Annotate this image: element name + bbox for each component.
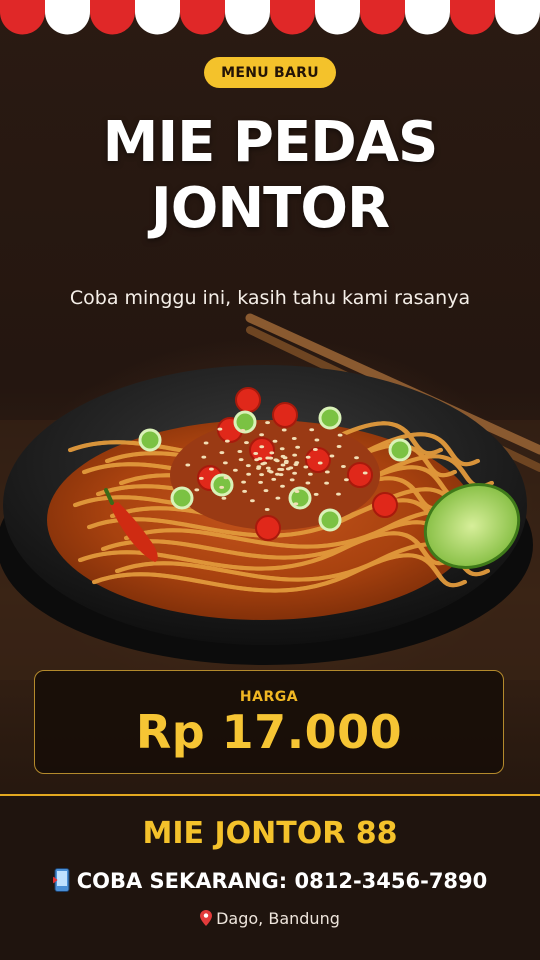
location-pin-icon [200,910,213,926]
promo-poster: MENU BARU MIE PEDAS JONTOR Coba minggu i… [0,0,540,960]
price-value: Rp 17.000 [135,705,403,759]
dish-title-line-2: JONTOR [150,176,390,241]
noodle-bowl-photo [0,313,540,680]
menu-baru-badge: MENU BARU [204,57,336,88]
call-to-action: COBA SEKARANG: 0812-3456-7890 [0,868,540,893]
location-text: Dago, Bandung [216,909,340,928]
cta-text: COBA SEKARANG: 0812-3456-7890 [76,869,488,893]
dish-title: MIE PEDAS JONTOR [0,110,540,242]
awning-scallop-border [0,0,540,35]
dish-title-line-1: MIE PEDAS [102,110,439,175]
location-line: Dago, Bandung [0,909,540,928]
footer-panel: MIE JONTOR 88 COBA SEKARANG: 0812-3456-7… [0,794,540,960]
price-box: HARGA Rp 17.000 [34,670,504,774]
mobile-phone-icon [52,868,70,892]
price-label: HARGA [239,689,299,705]
restaurant-name: MIE JONTOR 88 [142,816,398,851]
